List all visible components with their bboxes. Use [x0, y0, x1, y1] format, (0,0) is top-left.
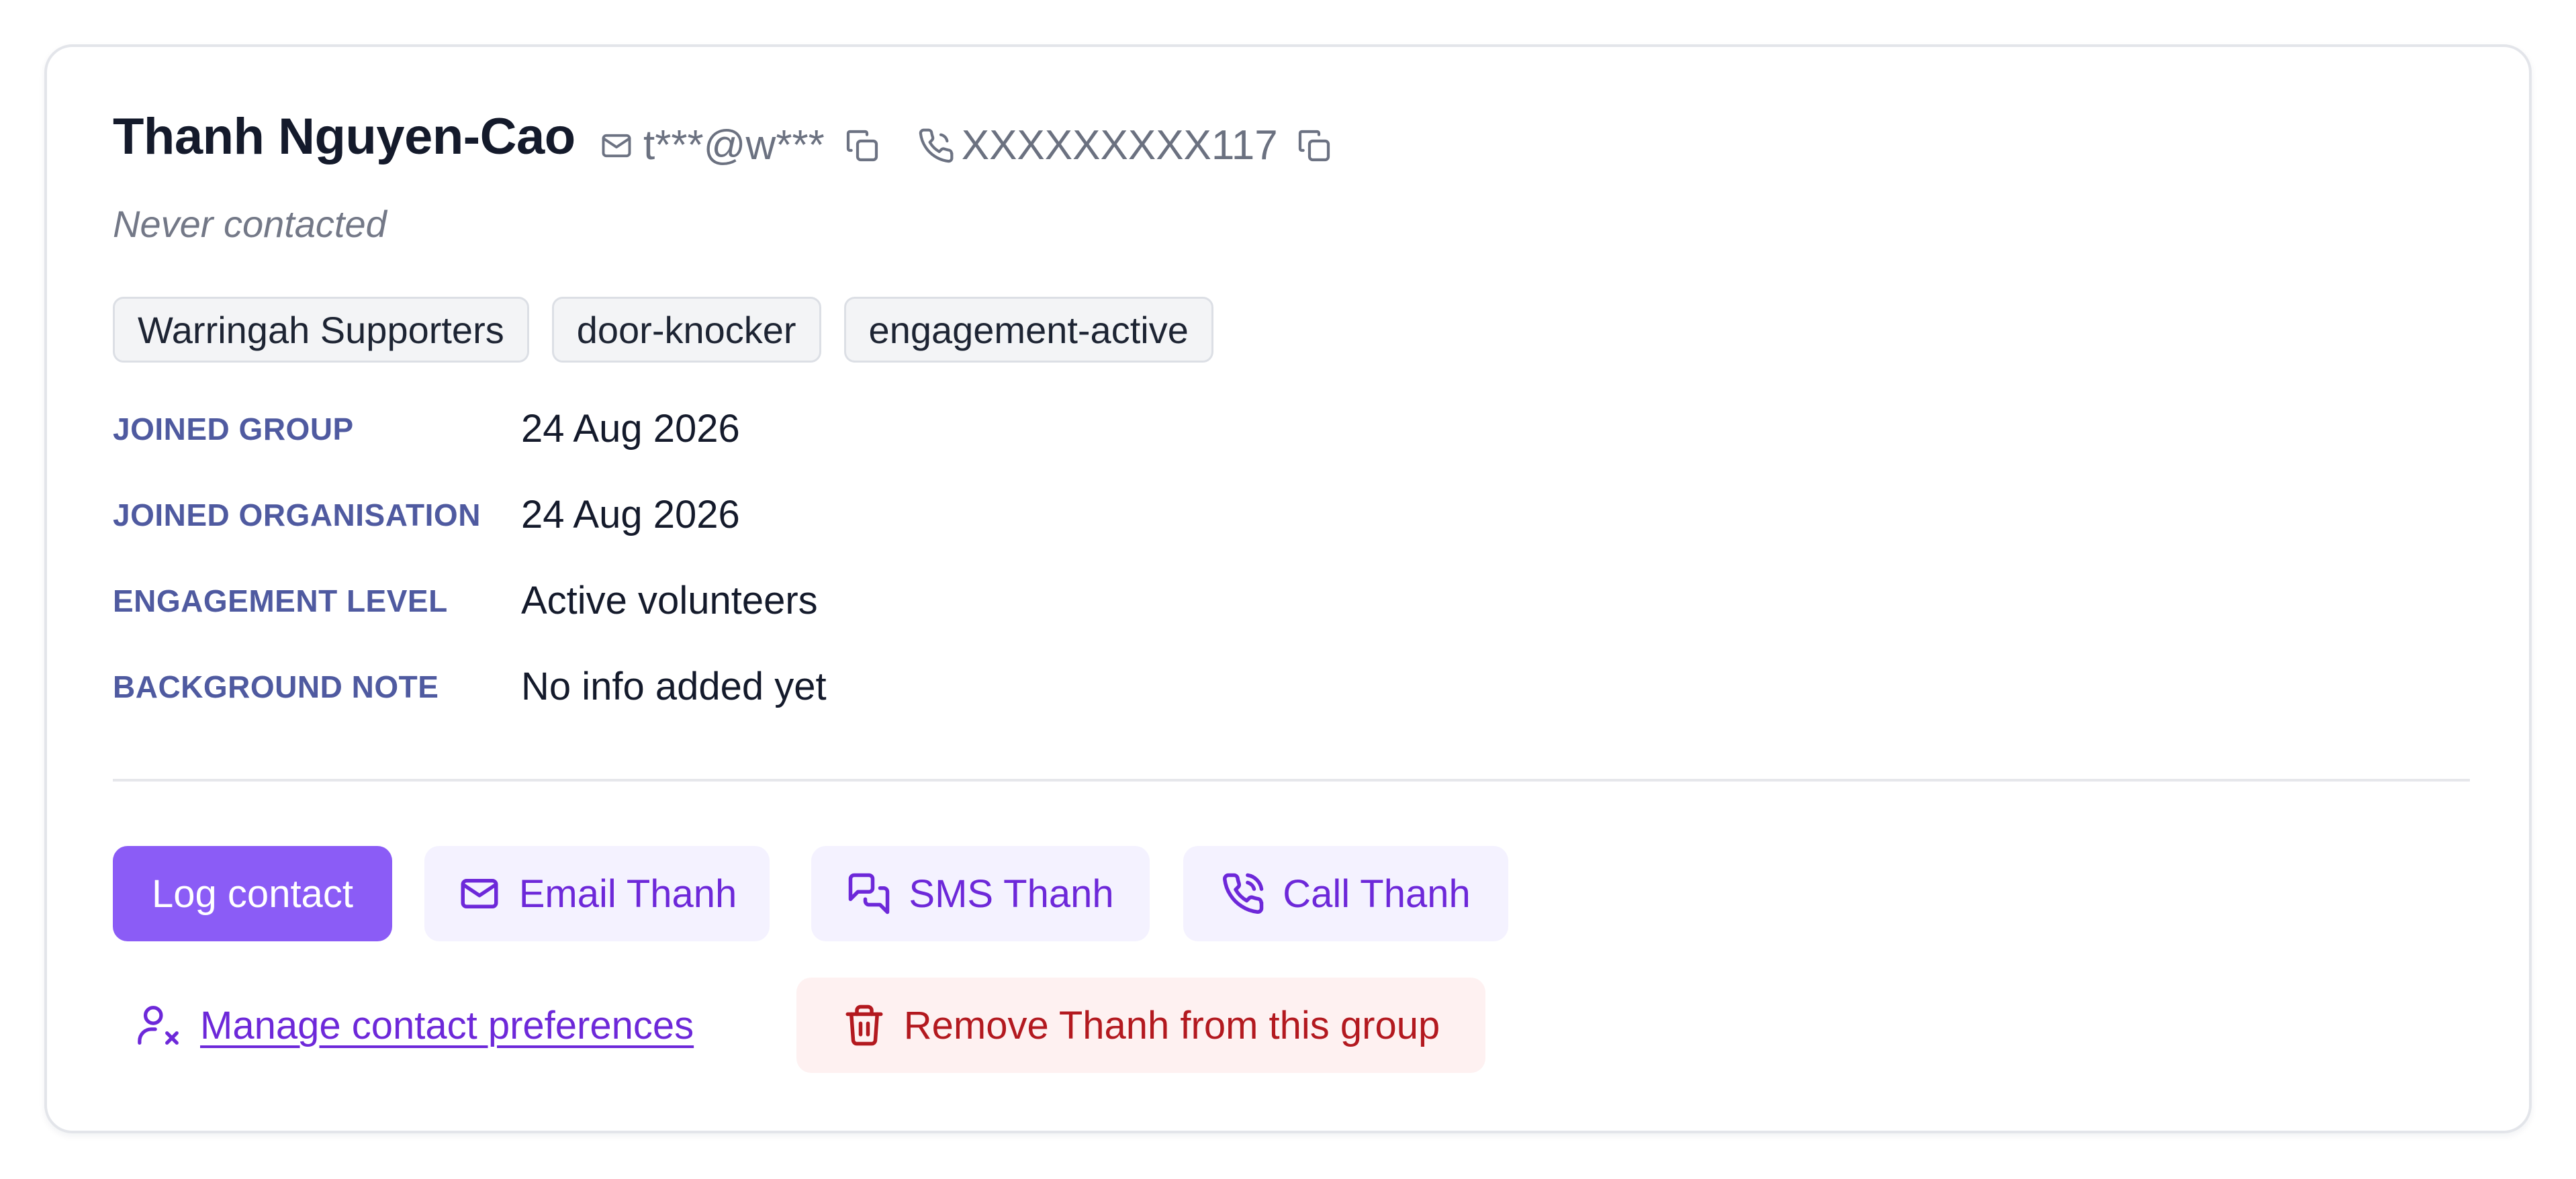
detail-value-background-note: No info added yet	[521, 665, 827, 708]
phone-call-icon	[1221, 871, 1283, 916]
user-x-icon	[136, 1002, 200, 1049]
call-button-label: Call Thanh	[1283, 871, 1471, 916]
mail-icon	[599, 128, 634, 163]
email-masked: t***@w***	[643, 122, 825, 169]
divider	[113, 779, 2470, 782]
copy-phone-icon[interactable]	[1295, 127, 1333, 164]
detail-label-joined-organisation: JOINED ORGANISATION	[113, 498, 481, 532]
message-bubbles-icon	[847, 871, 909, 916]
email-button[interactable]: Email Thanh	[424, 846, 770, 941]
trash-icon	[842, 1003, 904, 1047]
email-button-label: Email Thanh	[518, 871, 737, 916]
contact-name: Thanh Nguyen-Cao	[113, 108, 576, 165]
phone-masked: XXXXXXXXX117	[961, 122, 1278, 169]
log-contact-label: Log contact	[152, 871, 353, 916]
remove-from-group-button[interactable]: Remove Thanh from this group	[796, 978, 1485, 1073]
tag-list: Warringah Supporters door-knocker engage…	[113, 297, 1213, 363]
phone-icon	[917, 127, 955, 164]
detail-value-joined-organisation: 24 Aug 2026	[521, 493, 740, 536]
call-button[interactable]: Call Thanh	[1183, 846, 1508, 941]
tag: door-knocker	[551, 297, 821, 363]
contact-status: Never contacted	[113, 203, 387, 245]
log-contact-button[interactable]: Log contact	[113, 846, 392, 941]
manage-contact-preferences-label: Manage contact preferences	[200, 1003, 694, 1047]
tag: engagement-active	[843, 297, 1213, 363]
detail-label-engagement-level: ENGAGEMENT LEVEL	[113, 583, 448, 618]
detail-value-joined-group: 24 Aug 2026	[521, 407, 740, 451]
detail-label-background-note: BACKGROUND NOTE	[113, 669, 439, 704]
contact-card: Thanh Nguyen-Cao t***@w*** XXXXXXXXX117 …	[44, 44, 2532, 1133]
detail-value-engagement-level: Active volunteers	[521, 579, 818, 622]
detail-label-joined-group: JOINED GROUP	[113, 412, 354, 446]
tag: Warringah Supporters	[113, 297, 529, 363]
mail-icon	[457, 871, 519, 916]
sms-button-label: SMS Thanh	[909, 871, 1114, 916]
remove-button-label: Remove Thanh from this group	[903, 1003, 1440, 1047]
manage-contact-preferences-link[interactable]: Manage contact preferences	[136, 978, 694, 1073]
sms-button[interactable]: SMS Thanh	[811, 846, 1150, 941]
contact-info-row: t***@w*** XXXXXXXXX117	[599, 122, 1333, 169]
copy-email-icon[interactable]	[843, 127, 881, 164]
